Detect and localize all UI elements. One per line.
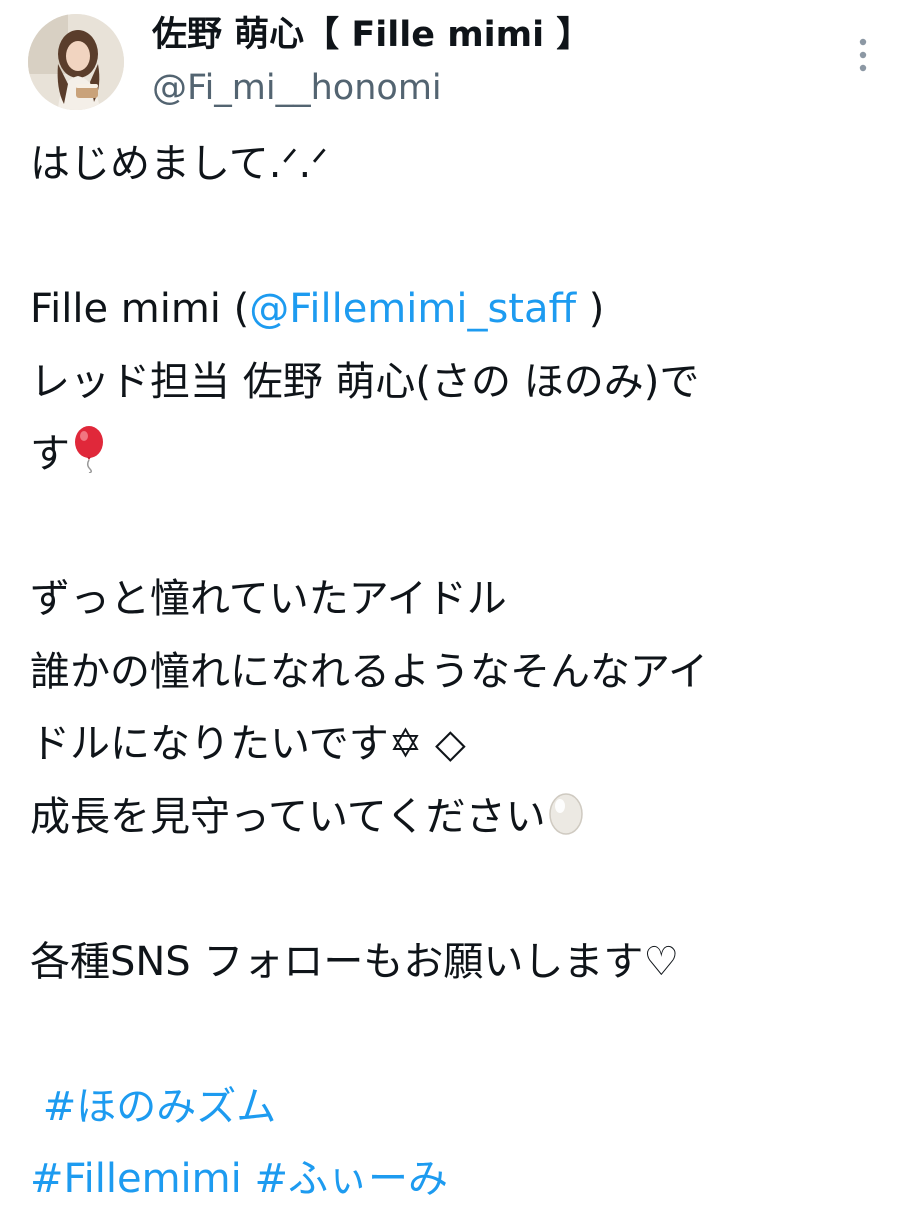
tweet-text-segment: 成長を見守っていてください bbox=[30, 793, 546, 840]
avatar-photo-icon bbox=[28, 14, 124, 110]
red-balloon-emoji bbox=[70, 424, 108, 497]
tweet-header: 佐野 萌心【 Fille mimi 】 @Fi_mi__honomi bbox=[0, 0, 911, 125]
tweet-text-segment: ) bbox=[576, 286, 605, 332]
tweet-line: Fille mimi (@Fillemimi_staff ) bbox=[30, 273, 890, 346]
tweet-line: はじめまして.ᐟ.ᐟ bbox=[30, 141, 329, 187]
user-names: 佐野 萌心【 Fille mimi 】 @Fi_mi__honomi bbox=[152, 8, 591, 114]
tweet-text-segment: Fille mimi ( bbox=[30, 286, 250, 332]
tweet-card: 佐野 萌心【 Fille mimi 】 @Fi_mi__honomi はじめまし… bbox=[0, 0, 911, 1202]
avatar[interactable] bbox=[28, 14, 124, 110]
tweet-text: はじめまして.ᐟ.ᐟ Fille mimi (@Fillemimi_staff … bbox=[30, 128, 890, 1216]
tweet-line: 成長を見守っていてください bbox=[30, 781, 890, 854]
tweet-line: #Fillemimi #ふぃーみ bbox=[30, 1143, 890, 1216]
tweet-line: レッド担当 佐野 萌心(さの ほのみ)で bbox=[30, 358, 700, 405]
tweet-line: 各種SNS フォローもお願いします♡ bbox=[30, 938, 680, 985]
user-handle[interactable]: @Fi_mi__honomi bbox=[152, 62, 591, 114]
egg-emoji bbox=[546, 787, 586, 860]
tweet-text-segment: す bbox=[30, 431, 70, 477]
hashtag-link[interactable]: #ほのみズム bbox=[43, 1084, 277, 1130]
hashtag-link[interactable]: #Fillemimi bbox=[30, 1156, 242, 1202]
tweet-line: 誰かの憧れになれるようなそんなアイ bbox=[30, 648, 708, 695]
tweet-line: す bbox=[30, 418, 890, 491]
tweet-line: ずっと憧れていたアイドル bbox=[30, 576, 507, 622]
mention-link[interactable]: @Fillemimi_staff bbox=[249, 286, 576, 332]
hashtag-link[interactable]: #ふぃーみ bbox=[254, 1156, 448, 1202]
tweet-line: ドルになりたいです✡︎ ◇ bbox=[30, 721, 466, 767]
display-name[interactable]: 佐野 萌心【 Fille mimi 】 bbox=[152, 8, 591, 62]
more-vertical-icon[interactable] bbox=[845, 30, 881, 80]
tweet-line: #ほのみズム bbox=[30, 1071, 890, 1144]
